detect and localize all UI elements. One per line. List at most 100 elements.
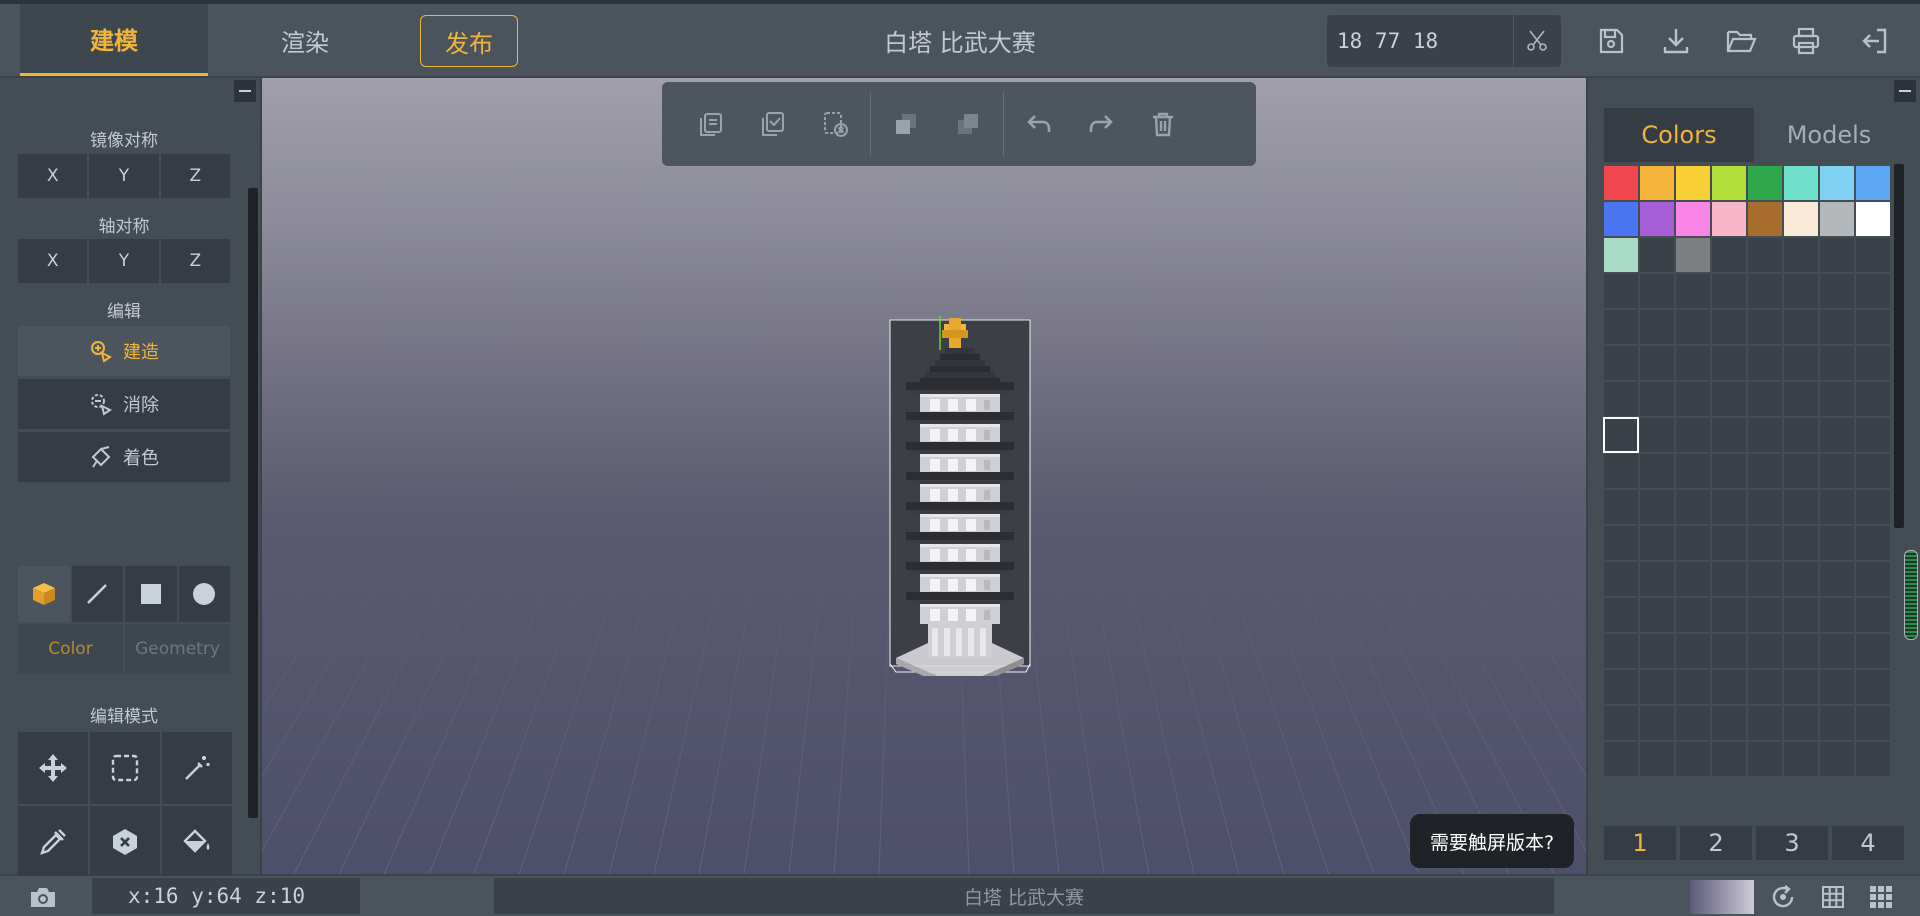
empty-swatch[interactable] xyxy=(1820,634,1854,668)
empty-swatch[interactable] xyxy=(1784,562,1818,596)
download-icon[interactable] xyxy=(1659,24,1693,58)
empty-swatch[interactable] xyxy=(1748,238,1782,272)
empty-swatch[interactable] xyxy=(1748,490,1782,524)
empty-swatch[interactable] xyxy=(1856,634,1890,668)
empty-swatch[interactable] xyxy=(1856,346,1890,380)
empty-swatch[interactable] xyxy=(1712,238,1746,272)
color-swatch[interactable] xyxy=(1712,202,1746,236)
color-swatch[interactable] xyxy=(1856,166,1890,200)
empty-swatch[interactable] xyxy=(1784,634,1818,668)
empty-swatch[interactable] xyxy=(1640,274,1674,308)
color-swatch[interactable] xyxy=(1748,202,1782,236)
scissors-icon[interactable] xyxy=(1513,15,1559,67)
empty-swatch[interactable] xyxy=(1604,670,1638,704)
tab-render[interactable]: 渲染 xyxy=(230,4,380,76)
empty-swatch[interactable] xyxy=(1748,418,1782,452)
copy-icon[interactable] xyxy=(680,82,742,166)
empty-swatch[interactable] xyxy=(1712,310,1746,344)
paste-check-icon[interactable] xyxy=(742,82,804,166)
color-swatch[interactable] xyxy=(1640,166,1674,200)
empty-swatch[interactable] xyxy=(1712,274,1746,308)
color-swatch[interactable] xyxy=(1604,238,1638,272)
build-button[interactable]: 建造 xyxy=(18,326,230,376)
empty-swatch[interactable] xyxy=(1748,634,1782,668)
empty-swatch[interactable] xyxy=(1712,454,1746,488)
empty-swatch[interactable] xyxy=(1820,706,1854,740)
dimensions-field[interactable]: 18 77 18 xyxy=(1327,15,1561,67)
color-swatch[interactable] xyxy=(1856,202,1890,236)
axis-x-button[interactable]: X xyxy=(18,239,88,283)
empty-swatch[interactable] xyxy=(1676,562,1710,596)
empty-swatch[interactable] xyxy=(1820,382,1854,416)
line-shape-button[interactable] xyxy=(71,566,123,622)
voxel-white-tower-model[interactable] xyxy=(886,226,1036,676)
color-swatch[interactable] xyxy=(1784,202,1818,236)
empty-swatch[interactable] xyxy=(1820,670,1854,704)
mirror-z-button[interactable]: Z xyxy=(160,154,230,198)
cube-shape-button[interactable] xyxy=(18,566,70,622)
camera-icon[interactable] xyxy=(28,882,58,912)
empty-swatch[interactable] xyxy=(1748,274,1782,308)
empty-swatch[interactable] xyxy=(1712,670,1746,704)
empty-swatch[interactable] xyxy=(1604,742,1638,776)
empty-swatch[interactable] xyxy=(1676,454,1710,488)
grid-toggle-icon[interactable] xyxy=(1818,882,1848,912)
trash-icon[interactable] xyxy=(1132,82,1194,166)
publish-button[interactable]: 发布 xyxy=(420,15,518,67)
eyedropper-tool-button[interactable] xyxy=(18,806,88,878)
palette-scrollbar[interactable] xyxy=(1894,164,1904,528)
empty-swatch[interactable] xyxy=(1604,310,1638,344)
empty-swatch[interactable] xyxy=(1820,418,1854,452)
color-swatch[interactable] xyxy=(1676,166,1710,200)
empty-swatch[interactable] xyxy=(1820,346,1854,380)
collapse-right-panel-button[interactable] xyxy=(1894,80,1916,102)
empty-swatch[interactable] xyxy=(1676,274,1710,308)
empty-swatch[interactable] xyxy=(1748,706,1782,740)
empty-swatch[interactable] xyxy=(1640,598,1674,632)
palette-page-3[interactable]: 3 xyxy=(1756,826,1828,860)
empty-swatch[interactable] xyxy=(1784,274,1818,308)
empty-swatch[interactable] xyxy=(1604,598,1638,632)
empty-swatch[interactable] xyxy=(1712,742,1746,776)
palette-page-1[interactable]: 1 xyxy=(1604,826,1676,860)
empty-swatch[interactable] xyxy=(1784,706,1818,740)
empty-swatch[interactable] xyxy=(1640,526,1674,560)
empty-swatch[interactable] xyxy=(1640,634,1674,668)
empty-swatch[interactable] xyxy=(1820,742,1854,776)
empty-swatch[interactable] xyxy=(1604,634,1638,668)
empty-swatch[interactable] xyxy=(1784,310,1818,344)
color-swatch[interactable] xyxy=(1820,166,1854,200)
empty-swatch[interactable] xyxy=(1676,526,1710,560)
empty-swatch[interactable] xyxy=(1604,454,1638,488)
empty-swatch[interactable] xyxy=(1748,742,1782,776)
empty-swatch[interactable] xyxy=(1856,490,1890,524)
empty-swatch[interactable] xyxy=(1640,382,1674,416)
color-swatch[interactable] xyxy=(1640,238,1674,272)
empty-swatch[interactable] xyxy=(1640,490,1674,524)
empty-swatch[interactable] xyxy=(1784,742,1818,776)
mirror-x-button[interactable]: X xyxy=(18,154,88,198)
empty-swatch[interactable] xyxy=(1748,382,1782,416)
axis-z-button[interactable]: Z xyxy=(160,239,230,283)
empty-swatch[interactable] xyxy=(1856,382,1890,416)
folder-open-icon[interactable] xyxy=(1724,24,1758,58)
empty-swatch[interactable] xyxy=(1676,490,1710,524)
empty-swatch[interactable] xyxy=(1604,274,1638,308)
empty-swatch[interactable] xyxy=(1676,742,1710,776)
empty-swatch[interactable] xyxy=(1640,742,1674,776)
delete-shape-tool-button[interactable] xyxy=(90,806,160,878)
tab-models[interactable]: Models xyxy=(1754,108,1904,162)
exit-icon[interactable] xyxy=(1857,24,1891,58)
empty-swatch[interactable] xyxy=(1604,706,1638,740)
empty-swatch[interactable] xyxy=(1603,417,1639,453)
empty-swatch[interactable] xyxy=(1712,490,1746,524)
empty-swatch[interactable] xyxy=(1784,454,1818,488)
palette-page-4[interactable]: 4 xyxy=(1832,826,1904,860)
empty-swatch[interactable] xyxy=(1640,562,1674,596)
empty-swatch[interactable] xyxy=(1784,238,1818,272)
delete-selection-icon[interactable] xyxy=(804,82,866,166)
empty-swatch[interactable] xyxy=(1820,454,1854,488)
empty-swatch[interactable] xyxy=(1712,346,1746,380)
empty-swatch[interactable] xyxy=(1784,418,1818,452)
empty-swatch[interactable] xyxy=(1676,382,1710,416)
